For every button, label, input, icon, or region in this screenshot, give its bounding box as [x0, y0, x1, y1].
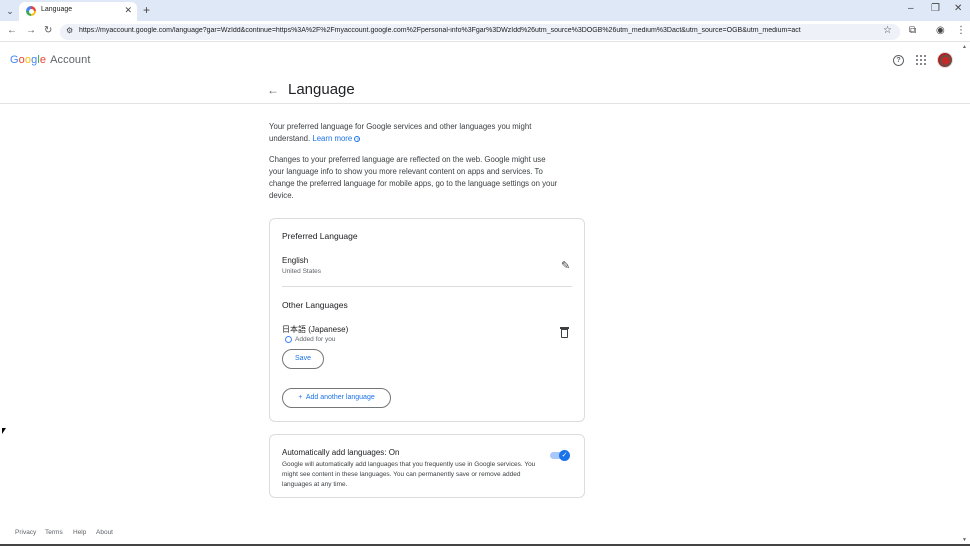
preferred-language-region: United States	[282, 268, 322, 275]
help-link[interactable]: Help	[73, 529, 86, 536]
restore-icon[interactable]: ❐	[931, 3, 940, 14]
google-account-logo[interactable]: Google Account	[10, 54, 91, 66]
add-language-label: Add another language	[305, 394, 375, 401]
menu-icon[interactable]: ⋮	[956, 25, 966, 36]
added-for-you-note: Added for you	[285, 336, 335, 343]
other-languages-title: Other Languages	[282, 300, 348, 310]
logo-suffix: Account	[50, 54, 91, 66]
extensions-icon[interactable]: ⧉	[909, 25, 916, 36]
google-favicon-icon	[26, 6, 36, 16]
back-icon[interactable]: ←	[7, 25, 17, 36]
preferred-language-name: English	[282, 256, 309, 265]
site-info-icon[interactable]: ⚙	[66, 26, 73, 35]
languages-card: Preferred Language English United States…	[269, 218, 585, 422]
close-window-icon[interactable]: ✕	[954, 3, 962, 14]
privacy-link[interactable]: Privacy	[15, 529, 36, 536]
auto-add-toggle[interactable]: ✓	[550, 450, 570, 461]
terms-link[interactable]: Terms	[45, 529, 63, 536]
tab-title: Language	[41, 6, 73, 13]
logo-letter: G	[10, 54, 19, 66]
check-icon: ✓	[559, 450, 570, 461]
save-button[interactable]: Save	[282, 349, 324, 369]
auto-add-title: Automatically add languages: On	[282, 448, 400, 457]
info-icon: ?	[354, 135, 361, 142]
intro-text: Your preferred language for Google servi…	[269, 121, 559, 145]
auto-add-description: Google will automatically add languages …	[282, 461, 536, 488]
browser-tab[interactable]: Language ✕	[19, 2, 137, 21]
header-divider	[0, 103, 970, 104]
profile-icon[interactable]: ◉	[936, 25, 945, 36]
tab-search-icon[interactable]: ⌄	[4, 5, 16, 17]
reload-icon[interactable]: ↻	[44, 25, 52, 36]
section-divider	[282, 286, 572, 287]
page-title: Language	[288, 81, 355, 98]
preferred-language-title: Preferred Language	[282, 231, 358, 241]
intro-body: Your preferred language for Google servi…	[269, 122, 532, 143]
plus-icon: +	[298, 394, 303, 401]
url-text[interactable]: https://myaccount.google.com/language?ga…	[79, 27, 859, 34]
close-tab-icon[interactable]: ✕	[124, 5, 132, 16]
apps-grid-icon[interactable]	[916, 55, 926, 65]
back-arrow-icon[interactable]: ←	[267, 83, 279, 97]
sparkle-icon	[285, 336, 292, 343]
new-tab-button[interactable]: +	[143, 3, 150, 17]
auto-add-card: Automatically add languages: On Google w…	[269, 434, 585, 498]
avatar[interactable]	[937, 52, 953, 68]
intro2-text: Changes to your preferred language are r…	[269, 155, 558, 200]
forward-icon[interactable]: →	[26, 25, 36, 36]
minimize-icon[interactable]: –	[908, 3, 914, 14]
mouse-cursor	[2, 428, 6, 434]
browser-toolbar: ← → ↻ ⚙ https://myaccount.google.com/lan…	[0, 21, 970, 42]
scroll-up-icon[interactable]: ▲	[962, 44, 967, 50]
added-for-you-label: Added for you	[295, 336, 336, 344]
about-link[interactable]: About	[96, 529, 113, 536]
other-language-name: 日本語 (Japanese)	[282, 325, 349, 334]
add-language-button[interactable]: + Add another language	[282, 388, 391, 408]
bookmark-star-icon[interactable]: ☆	[883, 25, 892, 36]
address-bar[interactable]: ⚙ https://myaccount.google.com/language?…	[60, 24, 900, 40]
logo-letter: e	[39, 54, 47, 66]
tab-strip: ⌄ Language ✕ + – ❐ ✕	[0, 0, 970, 21]
edit-pencil-icon[interactable]: ✎	[561, 259, 570, 272]
scroll-down-icon[interactable]: ▼	[962, 537, 967, 543]
learn-more-link[interactable]: Learn more	[312, 134, 352, 143]
delete-trash-icon[interactable]	[560, 327, 569, 338]
help-icon[interactable]: ?	[893, 55, 904, 66]
